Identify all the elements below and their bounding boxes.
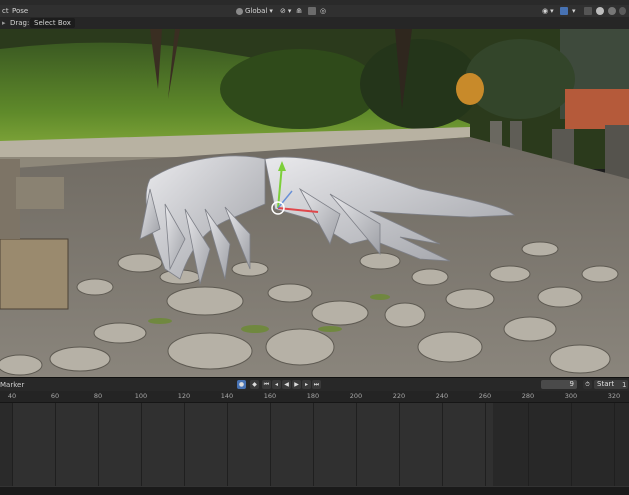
prev-keyframe-button[interactable]: ◂ <box>272 380 281 389</box>
ruler-tick-label: 280 <box>521 392 535 400</box>
start-value: 1 <box>622 381 627 389</box>
timeline-grid-line <box>141 403 142 486</box>
overlays-dropdown[interactable]: ▾ <box>572 6 576 16</box>
play-reverse-icon: ◀ <box>284 381 289 388</box>
timeline-grid-line <box>55 403 56 486</box>
timeline-ruler[interactable]: 40 60 80 100 120 140 160 180 200 220 240 260 280 300 3… <box>0 391 629 403</box>
timeline-grid-line <box>485 403 486 486</box>
ruler-tick-label: 40 <box>7 392 17 400</box>
orientation-dropdown[interactable]: Global ▾ <box>236 6 273 16</box>
chevron-down-icon: ▾ <box>550 7 554 15</box>
timeline-grid-line <box>98 403 99 486</box>
timeline-header: Marker ● ◆ ⏮ ◂ ◀ ▶ ▸ ⏭ 9 ⏱ Start 1 <box>0 377 629 391</box>
drag-label: Drag: <box>10 19 30 27</box>
timeline-grid-line <box>227 403 228 486</box>
ruler-tick-label: 200 <box>349 392 363 400</box>
magnet-icon: ⋒ <box>296 7 302 15</box>
timeline-grid-line <box>356 403 357 486</box>
timeline-grid-line <box>399 403 400 486</box>
pivot-point-dropdown[interactable]: ⊘ ▾ <box>280 6 291 16</box>
pivot-icon: ⊘ <box>280 7 286 15</box>
proportional-edit-toggle[interactable]: ◎ <box>320 6 326 16</box>
ruler-tick-label: 80 <box>93 392 103 400</box>
clock-icon[interactable]: ⏱ <box>583 380 592 389</box>
chevron-down-icon: ▾ <box>572 7 576 15</box>
jump-start-button[interactable]: ⏮ <box>262 380 271 389</box>
tool-icon: ▸ <box>2 19 6 27</box>
ruler-tick-label: 180 <box>306 392 320 400</box>
next-keyframe-icon: ▸ <box>304 381 308 388</box>
ruler-tick-label: 320 <box>607 392 621 400</box>
ruler-tick-label: 100 <box>134 392 148 400</box>
timeline-grid-line <box>184 403 185 486</box>
frame-range <box>12 403 493 486</box>
play-reverse-button[interactable]: ◀ <box>282 380 291 389</box>
record-toggle[interactable]: ● <box>237 380 246 389</box>
ruler-tick-label: 60 <box>50 392 60 400</box>
record-icon: ● <box>238 381 245 388</box>
eye-icon: ◉ <box>542 7 549 15</box>
keyframe-icon: ◆ <box>252 381 257 388</box>
timeline-grid-line <box>313 403 314 486</box>
jump-end-button[interactable]: ⏭ <box>312 380 321 389</box>
timeline-grid-line <box>528 403 529 486</box>
timeline-grid-line <box>270 403 271 486</box>
jump-end-icon: ⏭ <box>313 381 320 388</box>
ruler-tick-label: 220 <box>392 392 406 400</box>
orientation-label: Global <box>245 7 268 15</box>
start-label: Start <box>597 380 615 388</box>
rendered-shading-button[interactable] <box>619 6 626 16</box>
viewport-header: ct Pose Global ▾ ⊘ ▾ ⋒ ◎ ◉ ▾ ▾ <box>0 5 629 17</box>
tool-settings-header: ▸ Drag: Select Box <box>0 17 629 29</box>
solid-shading-icon <box>596 7 604 15</box>
ruler-tick-label: 300 <box>564 392 578 400</box>
gizmo-toggle[interactable] <box>560 6 568 16</box>
viewport-scene <box>0 29 629 377</box>
xray-toggle[interactable] <box>584 6 592 16</box>
timeline-grid-line <box>571 403 572 486</box>
ruler-tick-label: 120 <box>177 392 191 400</box>
current-frame-field[interactable]: 9 <box>541 380 577 389</box>
transform-orientation-icon <box>236 7 243 15</box>
ruler-tick-label: 160 <box>263 392 277 400</box>
chevron-down-icon: ▾ <box>269 7 273 15</box>
ruler-tick-label: 260 <box>478 392 492 400</box>
play-button[interactable]: ▶ <box>292 380 301 389</box>
material-shading-icon <box>608 7 616 15</box>
proportional-edit-icon: ◎ <box>320 7 327 15</box>
xray-icon <box>584 7 592 15</box>
material-shading-button[interactable] <box>608 6 616 16</box>
snap-toggle[interactable]: ⋒ <box>296 6 302 16</box>
drag-select-dropdown[interactable]: Select Box <box>30 18 75 28</box>
ruler-tick-label: 240 <box>435 392 449 400</box>
timeline-grid-line <box>12 403 13 486</box>
marker-menu[interactable]: Marker <box>0 380 24 390</box>
jump-start-icon: ⏮ <box>263 381 270 388</box>
pose-menu[interactable]: Pose <box>12 6 28 16</box>
snap-target-dropdown[interactable] <box>308 6 316 16</box>
ruler-tick-label: 140 <box>220 392 234 400</box>
chevron-down-icon: ▾ <box>287 7 292 15</box>
play-icon: ▶ <box>294 381 299 388</box>
timeline-grid-line <box>614 403 615 486</box>
visibility-dropdown[interactable]: ◉ ▾ <box>542 6 554 16</box>
rendered-shading-icon <box>619 7 626 15</box>
snap-target-icon <box>308 7 316 15</box>
timeline-grid-line <box>442 403 443 486</box>
gizmo-icon <box>560 7 568 15</box>
3d-viewport[interactable] <box>0 29 629 377</box>
next-keyframe-button[interactable]: ▸ <box>302 380 311 389</box>
solid-shading-button[interactable] <box>596 6 604 16</box>
keyframe-type-button[interactable]: ◆ <box>250 380 259 389</box>
prev-keyframe-icon: ◂ <box>274 381 278 388</box>
edit-mode-label[interactable]: ct <box>2 6 9 16</box>
timeline-area[interactable] <box>0 403 629 486</box>
